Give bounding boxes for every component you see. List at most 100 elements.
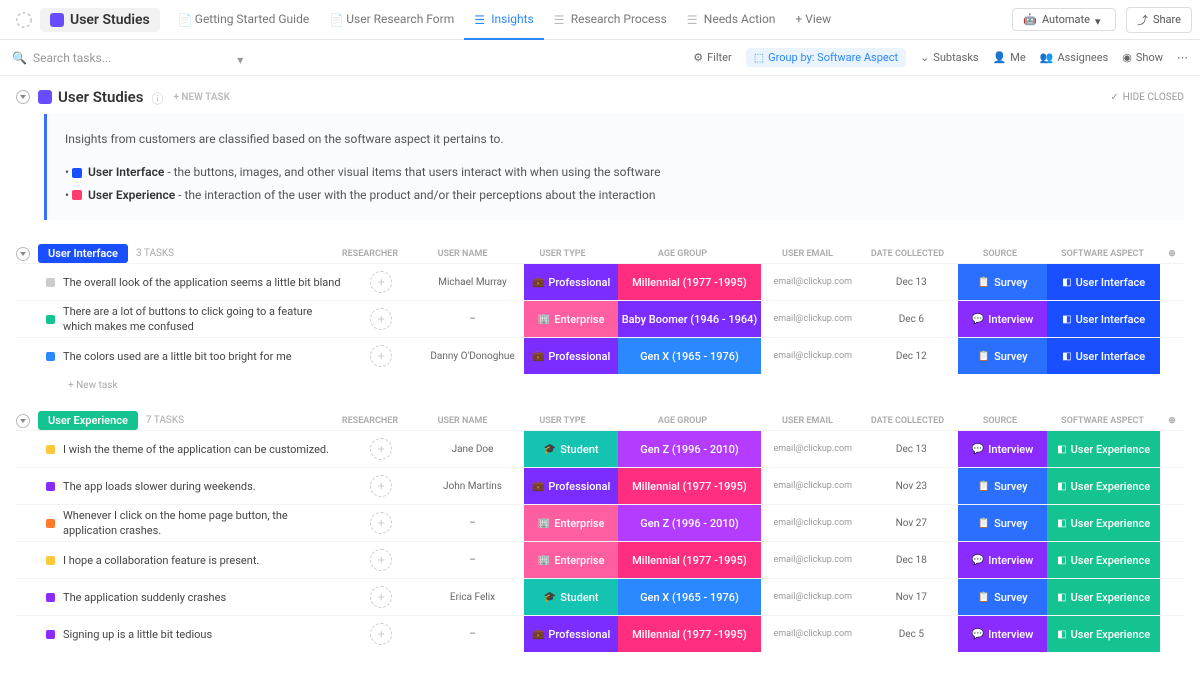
cell-user-type[interactable]: 💼Professional bbox=[524, 264, 618, 300]
assignees-button[interactable]: 👥Assignees bbox=[1040, 51, 1109, 64]
cell-user-type[interactable]: 🏢Enterprise bbox=[524, 542, 618, 578]
col-user-name[interactable]: USER NAME bbox=[410, 416, 515, 426]
cell-source[interactable]: 💬Interview bbox=[958, 431, 1047, 467]
tab-user-research-form[interactable]: 📄User Research Form bbox=[319, 0, 464, 40]
status-dot[interactable] bbox=[46, 556, 55, 565]
col-researcher[interactable]: RESEARCHER bbox=[330, 249, 410, 259]
status-dot[interactable] bbox=[46, 630, 55, 639]
cell-source[interactable]: 💬Interview bbox=[958, 616, 1047, 652]
cell-age-group[interactable]: Millennial (1977 -1995) bbox=[618, 264, 761, 300]
status-dot[interactable] bbox=[46, 519, 55, 528]
assignee-add-button[interactable]: + bbox=[370, 308, 392, 330]
cell-user-email[interactable]: email@clickup.com bbox=[761, 555, 865, 565]
task-row[interactable]: Whenever I click on the home page button… bbox=[16, 504, 1184, 541]
cell-age-group[interactable]: Gen Z (1996 - 2010) bbox=[618, 431, 761, 467]
cell-source[interactable]: 📋Survey bbox=[958, 468, 1047, 504]
collapse-list-button[interactable] bbox=[16, 90, 30, 104]
cell-user-type[interactable]: 🏢Enterprise bbox=[524, 301, 618, 337]
col-user-name[interactable]: USER NAME bbox=[410, 249, 515, 259]
cell-software-aspect[interactable]: ◧User Experience bbox=[1047, 579, 1160, 615]
me-button[interactable]: 👤Me bbox=[993, 51, 1026, 64]
col-user-email[interactable]: USER EMAIL bbox=[755, 249, 860, 259]
status-dot[interactable] bbox=[46, 352, 55, 361]
cell-user-type[interactable]: 💼Professional bbox=[524, 468, 618, 504]
cell-age-group[interactable]: Baby Boomer (1946 - 1964) bbox=[618, 301, 761, 337]
status-dot[interactable] bbox=[46, 482, 55, 491]
cell-user-email[interactable]: email@clickup.com bbox=[761, 277, 865, 287]
cell-software-aspect[interactable]: ◧User Experience bbox=[1047, 468, 1160, 504]
cell-user-email[interactable]: email@clickup.com bbox=[761, 351, 865, 361]
col-date-collected[interactable]: DATE COLLECTED bbox=[860, 249, 955, 259]
cell-age-group[interactable]: Millennial (1977 -1995) bbox=[618, 468, 761, 504]
cell-user-type[interactable]: 🎓Student bbox=[524, 431, 618, 467]
cell-age-group[interactable]: Millennial (1977 -1995) bbox=[618, 542, 761, 578]
col-researcher[interactable]: RESEARCHER bbox=[330, 416, 410, 426]
cell-user-name[interactable]: Jane Doe bbox=[421, 444, 525, 455]
groupby-button[interactable]: ⬚Group by: Software Aspect bbox=[746, 48, 906, 67]
cell-source[interactable]: 💬Interview bbox=[958, 301, 1047, 337]
col-user-type[interactable]: USER TYPE bbox=[515, 249, 610, 259]
assignee-add-button[interactable]: + bbox=[370, 512, 392, 534]
add-column-button[interactable]: ⊕ bbox=[1160, 249, 1184, 259]
task-row[interactable]: The colors used are a little bit too bri… bbox=[16, 337, 1184, 374]
cell-user-name[interactable]: – bbox=[421, 314, 525, 325]
task-row[interactable]: The application suddenly crashes + Erica… bbox=[16, 578, 1184, 615]
col-user-email[interactable]: USER EMAIL bbox=[755, 416, 860, 426]
cell-user-email[interactable]: email@clickup.com bbox=[761, 481, 865, 491]
cell-date-collected[interactable]: Dec 6 bbox=[865, 314, 959, 325]
task-row[interactable]: There are a lot of buttons to click goin… bbox=[16, 300, 1184, 337]
cell-user-name[interactable]: – bbox=[421, 555, 525, 566]
cell-software-aspect[interactable]: ◧User Experience bbox=[1047, 431, 1160, 467]
cell-user-email[interactable]: email@clickup.com bbox=[761, 592, 865, 602]
cell-date-collected[interactable]: Dec 13 bbox=[865, 444, 959, 455]
cell-user-name[interactable]: Erica Felix bbox=[421, 592, 525, 603]
cell-age-group[interactable]: Gen Z (1996 - 2010) bbox=[618, 505, 761, 541]
col-age-group[interactable]: AGE GROUP bbox=[610, 249, 755, 259]
task-row[interactable]: Signing up is a little bit tedious + – 💼… bbox=[16, 615, 1184, 652]
show-button[interactable]: ◉Show bbox=[1122, 51, 1163, 64]
col-software-aspect[interactable]: SOFTWARE ASPECT bbox=[1045, 249, 1160, 259]
search-input[interactable]: 🔍 Search tasks... ▾ bbox=[12, 51, 247, 65]
group-badge[interactable]: User Experience bbox=[38, 411, 138, 430]
cell-source[interactable]: 📋Survey bbox=[958, 264, 1047, 300]
assignee-add-button[interactable]: + bbox=[370, 586, 392, 608]
col-user-type[interactable]: USER TYPE bbox=[515, 416, 610, 426]
cell-user-name[interactable]: Danny O'Donoghue bbox=[421, 351, 525, 362]
status-dot[interactable] bbox=[46, 315, 55, 324]
collapse-group-button[interactable] bbox=[16, 247, 30, 261]
status-dot[interactable] bbox=[46, 445, 55, 454]
cell-user-email[interactable]: email@clickup.com bbox=[761, 444, 865, 454]
cell-user-email[interactable]: email@clickup.com bbox=[761, 314, 865, 324]
cell-software-aspect[interactable]: ◧User Experience bbox=[1047, 542, 1160, 578]
task-row[interactable]: The overall look of the application seem… bbox=[16, 263, 1184, 300]
tab-needs-action[interactable]: ☰Needs Action bbox=[677, 0, 786, 40]
col-source[interactable]: SOURCE bbox=[955, 249, 1045, 259]
cell-date-collected[interactable]: Dec 5 bbox=[865, 629, 959, 640]
cell-software-aspect[interactable]: ◧User Experience bbox=[1047, 505, 1160, 541]
filter-button[interactable]: ⚙Filter bbox=[693, 51, 731, 64]
collapse-group-button[interactable] bbox=[16, 414, 30, 428]
cell-user-name[interactable]: – bbox=[421, 518, 525, 529]
tab-research-process[interactable]: ☰Research Process bbox=[544, 0, 677, 40]
add-view-button[interactable]: + View bbox=[785, 0, 841, 40]
assignee-add-button[interactable]: + bbox=[370, 623, 392, 645]
cell-software-aspect[interactable]: ◧User Interface bbox=[1047, 301, 1160, 337]
col-software-aspect[interactable]: SOFTWARE ASPECT bbox=[1045, 416, 1160, 426]
add-column-button[interactable]: ⊕ bbox=[1160, 416, 1184, 426]
add-task-row[interactable]: + New task bbox=[16, 374, 1184, 397]
space-title[interactable]: User Studies bbox=[40, 8, 160, 32]
cell-user-type[interactable]: 💼Professional bbox=[524, 338, 618, 374]
cell-software-aspect[interactable]: ◧User Interface bbox=[1047, 264, 1160, 300]
subtasks-button[interactable]: ⌄Subtasks bbox=[920, 51, 979, 64]
cell-date-collected[interactable]: Nov 17 bbox=[865, 592, 959, 603]
col-source[interactable]: SOURCE bbox=[955, 416, 1045, 426]
col-date-collected[interactable]: DATE COLLECTED bbox=[860, 416, 955, 426]
cell-user-name[interactable]: Michael Murray bbox=[421, 277, 525, 288]
app-logo-icon[interactable] bbox=[12, 8, 36, 32]
cell-age-group[interactable]: Gen X (1965 - 1976) bbox=[618, 338, 761, 374]
tab-insights[interactable]: ☰Insights bbox=[464, 0, 543, 40]
automate-button[interactable]: 🤖 Automate ▾ bbox=[1012, 8, 1116, 31]
cell-user-type[interactable]: 🎓Student bbox=[524, 579, 618, 615]
assignee-add-button[interactable]: + bbox=[370, 475, 392, 497]
task-row[interactable]: I wish the theme of the application can … bbox=[16, 430, 1184, 467]
